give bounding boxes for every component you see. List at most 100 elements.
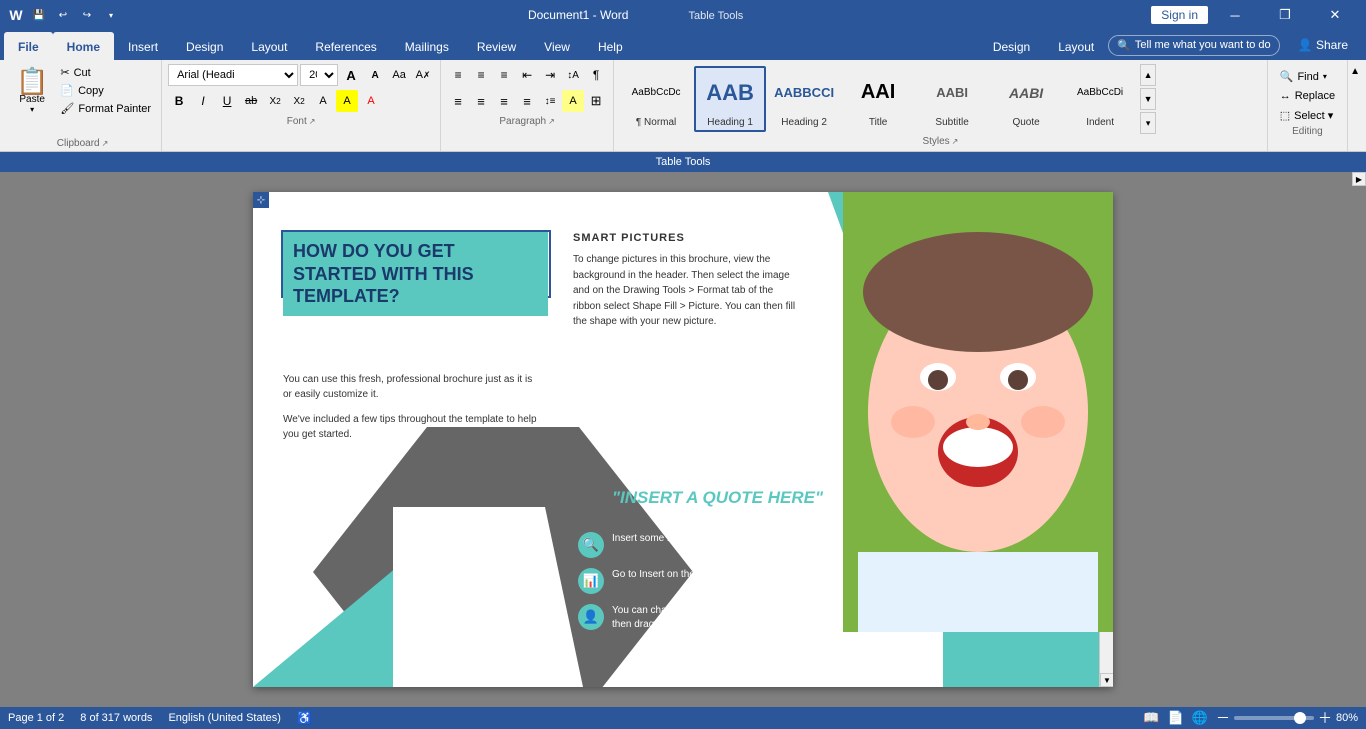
change-case-button[interactable]: Aa [388,64,410,86]
tab-view[interactable]: View [530,32,584,60]
styles-expand[interactable]: ▾ [1140,112,1156,134]
page-info[interactable]: Page 1 of 2 [8,712,64,724]
select-button[interactable]: ⬚ Select ▾ [1274,107,1341,124]
smart-pictures-area[interactable]: SMART PICTURES To change pictures in thi… [573,232,803,330]
align-center-button[interactable]: ≡ [470,90,492,112]
scroll-down-button[interactable]: ▼ [1100,673,1113,687]
tab-design2[interactable]: Design [979,32,1044,60]
main-heading[interactable]: HOW DO YOU GET STARTED WITH THIS TEMPLAT… [283,232,548,316]
table-move-handle[interactable]: ⊹ [253,192,269,208]
numbering-button[interactable]: ≡ [470,64,492,86]
paragraph-group: ≡ ≡ ≡ ⇤ ⇥ ↕A ¶ ≡ ≡ ≡ ≡ ↕≡ A ⊞ Paragraph … [441,60,614,151]
styles-scroll-up[interactable]: ▲ [1140,64,1156,86]
styles-dialog-icon[interactable]: ↗ [952,137,959,146]
borders-button[interactable]: ⊞ [585,90,607,112]
superscript-button[interactable]: X2 [288,90,310,112]
shrink-font-button[interactable]: A [364,64,386,86]
style-quote[interactable]: AABI Quote [990,66,1062,132]
grow-font-button[interactable]: A [340,64,362,86]
share-button[interactable]: 👤 Share [1288,34,1358,56]
chart-circle-icon: 📊 [578,568,604,594]
decrease-indent-button[interactable]: ⇤ [516,64,538,86]
multilevel-button[interactable]: ≡ [493,64,515,86]
show-hide-button[interactable]: ¶ [585,64,607,86]
tab-review[interactable]: Review [463,32,530,60]
tab-home[interactable]: Home [53,32,114,60]
sign-in-button[interactable]: Sign in [1151,6,1208,24]
style-title[interactable]: AAI Title [842,66,914,132]
style-indent[interactable]: AaBbCcDi Indent [1064,66,1136,132]
tab-layout[interactable]: Layout [237,32,301,60]
tab-file[interactable]: File [4,32,53,60]
style-heading2[interactable]: AABBCCI Heading 2 [768,66,840,132]
clear-format-button[interactable]: A✗ [412,64,434,86]
expand-button[interactable]: ▶ [1352,172,1366,186]
font-family-select[interactable]: Arial (Headi [168,64,298,86]
style-subtitle[interactable]: AABI Subtitle [916,66,988,132]
qs-dropdown-icon[interactable]: ▾ [102,6,120,24]
replace-button[interactable]: ↔ Replace [1274,88,1341,104]
font-color-button[interactable]: A [360,90,382,112]
body-text-1[interactable]: You can use this fresh, professional bro… [283,372,538,402]
italic-button[interactable]: I [192,90,214,112]
tell-me-input[interactable]: 🔍 Tell me what you want to do [1108,35,1279,56]
web-layout-icon[interactable]: 🌐 [1192,710,1208,726]
strikethrough-button[interactable]: ab [240,90,262,112]
undo-icon[interactable]: ↩ [54,6,72,24]
icon-text-1: Insert some icons here to make your poin… [612,532,801,546]
line-spacing-button[interactable]: ↕≡ [539,90,561,112]
style-heading1[interactable]: AAB Heading 1 [694,66,766,132]
style-heading2-preview: AABBCCI [771,71,837,115]
word-app-icon[interactable]: W [8,7,24,23]
doc-page[interactable]: ⊹ [253,192,1113,687]
redo-icon[interactable]: ↪ [78,6,96,24]
sort-button[interactable]: ↕A [562,64,584,86]
tab-mailings[interactable]: Mailings [391,32,463,60]
paragraph-dialog-icon[interactable]: ↗ [548,117,555,126]
tab-insert[interactable]: Insert [114,32,172,60]
close-button[interactable]: ✕ [1312,0,1358,30]
increase-indent-button[interactable]: ⇥ [539,64,561,86]
word-count[interactable]: 8 of 317 words [80,712,152,724]
save-icon[interactable]: 💾 [30,6,48,24]
justify-button[interactable]: ≡ [516,90,538,112]
find-button[interactable]: 🔍 Find ▾ [1274,68,1341,85]
minimize-button[interactable]: ─ [1212,0,1258,30]
print-layout-icon[interactable]: 📄 [1168,710,1184,726]
tab-layout2[interactable]: Layout [1044,32,1108,60]
align-left-button[interactable]: ≡ [447,90,469,112]
bullets-button[interactable]: ≡ [447,64,469,86]
text-color-button[interactable]: A [312,90,334,112]
heading-area[interactable]: HOW DO YOU GET STARTED WITH THIS TEMPLAT… [283,232,548,316]
quote-area[interactable]: "INSERT A QUOTE HERE" [603,487,823,509]
styles-scroll-down[interactable]: ▼ [1140,88,1156,110]
style-title-preview: AAI [845,71,911,115]
align-right-button[interactable]: ≡ [493,90,515,112]
clipboard-dialog-icon[interactable]: ↗ [102,139,109,148]
font-group: Arial (Headi 20 A A Aa A✗ B I U ab X2 X2… [162,60,441,151]
bold-button[interactable]: B [168,90,190,112]
tab-references[interactable]: References [301,32,390,60]
shading-button[interactable]: A [562,90,584,112]
zoom-out-button[interactable]: － [1216,708,1230,728]
subscript-button[interactable]: X2 [264,90,286,112]
tab-design[interactable]: Design [172,32,237,60]
read-mode-icon[interactable]: 📖 [1143,710,1159,726]
cut-button[interactable]: ✂ Cut [56,64,155,81]
highlight-button[interactable]: A [336,90,358,112]
accessibility-icon[interactable]: ♿ [297,711,312,725]
format-painter-button[interactable]: 🖌 Format Painter [56,100,155,117]
collapse-ribbon-button[interactable]: ▲ [1348,64,1362,79]
paste-button[interactable]: 📋 Paste ▾ [10,64,54,118]
font-size-select[interactable]: 20 [300,64,338,86]
zoom-thumb[interactable] [1294,712,1306,724]
copy-button[interactable]: 📄 Copy [56,82,155,99]
font-dialog-icon[interactable]: ↗ [309,117,316,126]
tab-help[interactable]: Help [584,32,637,60]
zoom-in-button[interactable]: ＋ [1318,708,1332,728]
language[interactable]: English (United States) [168,712,281,724]
style-normal[interactable]: AaBbCcDc ¶ Normal [620,66,692,132]
restore-button[interactable]: ❐ [1262,0,1308,30]
zoom-slider[interactable] [1234,716,1314,720]
underline-button[interactable]: U [216,90,238,112]
